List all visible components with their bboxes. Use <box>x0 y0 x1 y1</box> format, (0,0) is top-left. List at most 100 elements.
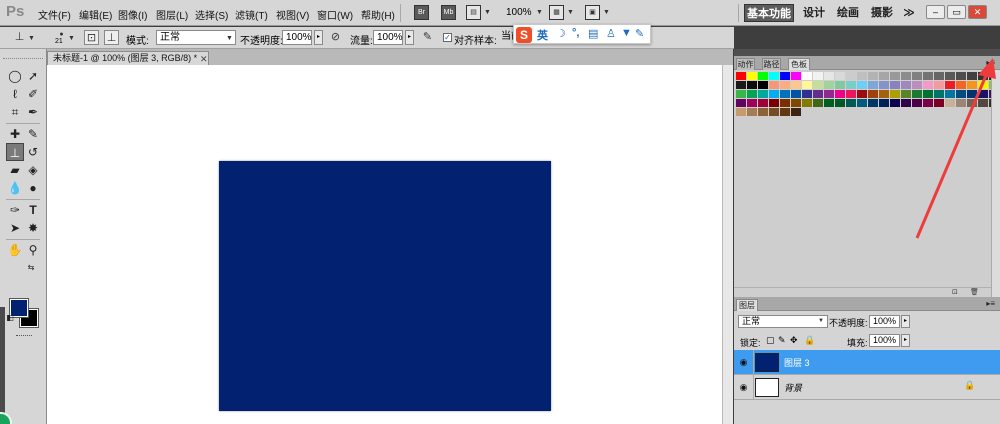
color-swatch[interactable] <box>934 81 944 89</box>
blend-mode-chevron-down-icon[interactable]: ▼ <box>818 318 824 324</box>
menu-filter[interactable]: 滤镜(T) <box>235 7 268 22</box>
dodge-icon[interactable]: ● <box>24 179 42 197</box>
sogou-logo-icon[interactable]: S <box>516 27 532 43</box>
lasso-icon[interactable]: ℓ <box>6 85 24 103</box>
paint-bucket-icon[interactable]: ◈ <box>24 161 42 179</box>
menu-view[interactable]: 视图(V) <box>276 7 309 22</box>
color-swatch[interactable] <box>945 99 955 107</box>
swatches-panel-menu-icon[interactable]: ▸≡ <box>986 58 995 67</box>
pen-icon[interactable]: ✑ <box>6 201 24 219</box>
color-swatch[interactable] <box>912 81 922 89</box>
hand-icon[interactable]: ✋ <box>6 241 24 259</box>
brush-icon[interactable]: ✎ <box>24 125 42 143</box>
color-swatch[interactable] <box>923 81 933 89</box>
eyedropper-icon[interactable]: ✒ <box>24 103 42 121</box>
aligned-checkbox[interactable]: ✓ <box>443 33 452 42</box>
color-swatch[interactable] <box>769 108 779 116</box>
more-workspaces-icon[interactable]: ≫ <box>902 4 916 22</box>
color-swatch[interactable] <box>835 81 845 89</box>
spot-healing-icon[interactable]: ✚ <box>6 125 24 143</box>
workspace-design[interactable]: 设计 <box>800 4 828 22</box>
color-swatch[interactable] <box>813 99 823 107</box>
color-swatch[interactable] <box>791 108 801 116</box>
user-icon[interactable]: ♙ <box>606 27 616 40</box>
color-swatch[interactable] <box>824 81 834 89</box>
color-swatch[interactable] <box>978 99 988 107</box>
bridge-icon[interactable]: Br <box>414 5 429 20</box>
color-swatch[interactable] <box>758 99 768 107</box>
blend-mode-select[interactable]: 正常 <box>738 315 828 328</box>
color-swatch[interactable] <box>846 81 856 89</box>
zoom-level[interactable]: 100% <box>506 7 532 18</box>
color-swatch[interactable] <box>769 99 779 107</box>
color-swatch[interactable] <box>747 90 757 98</box>
minibridge-icon[interactable]: Mb <box>441 5 456 20</box>
workspace-essentials[interactable]: 基本功能 <box>744 4 794 22</box>
color-swatch[interactable] <box>901 90 911 98</box>
pressure-opacity-icon[interactable]: ⊘ <box>328 30 343 45</box>
default-colors-icon[interactable]: ◧ <box>5 313 15 323</box>
tools-panel-grip[interactable] <box>3 51 43 59</box>
vertical-scrollbar[interactable] <box>722 65 733 424</box>
color-swatch[interactable] <box>835 90 845 98</box>
color-swatch[interactable] <box>879 81 889 89</box>
color-swatch[interactable] <box>791 90 801 98</box>
color-swatch[interactable] <box>802 72 812 80</box>
color-swatch[interactable] <box>901 99 911 107</box>
color-swatch[interactable] <box>824 99 834 107</box>
close-icon[interactable]: ✕ <box>968 5 987 19</box>
color-swatch[interactable] <box>868 99 878 107</box>
dock-collapse-strip[interactable] <box>734 49 1000 56</box>
color-swatch[interactable] <box>780 99 790 107</box>
punctuation-icon[interactable]: °, <box>572 27 579 39</box>
color-swatch[interactable] <box>846 99 856 107</box>
eraser-icon[interactable]: ▰ <box>6 161 24 179</box>
layers-panel-menu-icon[interactable]: ▸≡ <box>986 299 995 308</box>
layer-row-background[interactable]: ◉ 背景 🔒 <box>734 375 1000 400</box>
color-swatch[interactable] <box>846 72 856 80</box>
color-swatch[interactable] <box>923 72 933 80</box>
color-swatch[interactable] <box>912 99 922 107</box>
keyboard-icon[interactable]: ▤ <box>588 27 598 40</box>
color-swatch[interactable] <box>758 108 768 116</box>
close-document-icon[interactable]: ✕ <box>200 53 208 65</box>
clone-source-icon[interactable]: ⊥ <box>104 30 119 45</box>
flow-input[interactable]: 100% <box>373 30 403 45</box>
color-swatch[interactable] <box>780 72 790 80</box>
arrange-documents-icon[interactable]: ▦ <box>549 5 564 20</box>
layer-opacity-input[interactable]: 100% <box>869 315 900 328</box>
color-swatch[interactable] <box>857 81 867 89</box>
color-swatch[interactable] <box>736 90 746 98</box>
color-swatch[interactable] <box>890 72 900 80</box>
trash-icon[interactable]: 🗑 <box>970 288 979 296</box>
color-swatch[interactable] <box>868 90 878 98</box>
menu-edit[interactable]: 编辑(E) <box>79 7 112 22</box>
color-swatch[interactable] <box>758 81 768 89</box>
lock-all-icon[interactable]: 🔒 <box>804 335 815 346</box>
restore-icon[interactable]: ▭ <box>947 5 966 19</box>
color-swatch[interactable] <box>780 90 790 98</box>
minimize-icon[interactable]: – <box>926 5 945 19</box>
tab-layers[interactable]: 图层 <box>736 299 758 311</box>
screen-mode-icon[interactable]: ▣ <box>585 5 600 20</box>
color-swatch[interactable] <box>824 90 834 98</box>
move-tool-icon[interactable]: ➚ <box>24 67 42 85</box>
menu-image[interactable]: 图像(I) <box>118 7 147 22</box>
color-swatch[interactable] <box>802 99 812 107</box>
color-swatch[interactable] <box>747 81 757 89</box>
color-swatch[interactable] <box>901 72 911 80</box>
color-swatch[interactable] <box>736 72 746 80</box>
color-swatch[interactable] <box>813 81 823 89</box>
color-swatch[interactable] <box>747 108 757 116</box>
menu-layer[interactable]: 图层(L) <box>156 7 188 22</box>
menu-select[interactable]: 选择(S) <box>195 7 228 22</box>
color-swatch[interactable] <box>813 90 823 98</box>
color-swatch[interactable] <box>956 90 966 98</box>
layer-opacity-slider-icon[interactable]: ▸ <box>901 315 910 328</box>
color-swatch[interactable] <box>780 81 790 89</box>
color-swatch[interactable] <box>846 90 856 98</box>
color-swatch[interactable] <box>802 90 812 98</box>
arrange-chevron-down-icon[interactable]: ▼ <box>567 9 574 16</box>
color-swatch[interactable] <box>824 72 834 80</box>
color-swatch[interactable] <box>978 90 988 98</box>
